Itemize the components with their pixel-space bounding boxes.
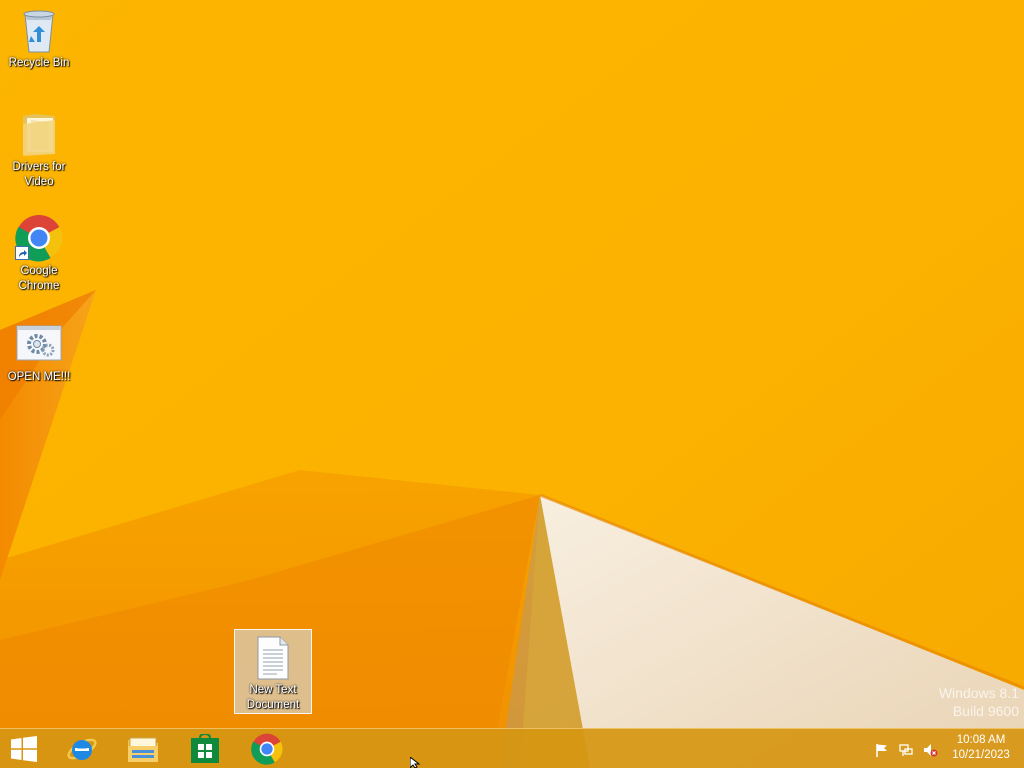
shortcut-arrow-icon — [15, 246, 29, 260]
desktop-icon-new-text-document[interactable]: New Text Document — [234, 629, 312, 714]
store-icon — [191, 734, 219, 763]
taskbar-chrome[interactable] — [239, 729, 295, 768]
desktop-icon-drivers-folder[interactable]: Drivers for Video — [1, 110, 77, 190]
network-icon[interactable] — [897, 741, 915, 759]
internet-explorer-icon — [67, 738, 97, 760]
chrome-label: Google Chrome — [18, 265, 60, 292]
taskbar-file-explorer[interactable] — [115, 729, 171, 768]
chrome-icon — [251, 733, 283, 765]
taskbar: 10:08 AM 10/21/2023 — [0, 728, 1024, 768]
start-button[interactable] — [0, 729, 48, 768]
drivers-folder-label: Drivers for Video — [12, 161, 66, 188]
text-file-icon — [249, 634, 297, 681]
windows-version-watermark: Windows 8.1 Build 9600 — [939, 684, 1019, 720]
watermark-build: Build 9600 — [952, 703, 1019, 719]
desktop-icon-open-me[interactable]: OPEN ME!!! — [1, 320, 77, 385]
clock-date: 10/21/2023 — [952, 749, 1010, 761]
new-text-document-label: New Text Document — [246, 684, 300, 711]
taskbar-internet-explorer[interactable] — [54, 729, 110, 768]
settings-gear-icon — [15, 320, 63, 368]
windows-logo-icon — [11, 736, 37, 762]
folder-icon — [15, 110, 63, 158]
open-me-label: OPEN ME!!! — [7, 371, 71, 383]
desktop-icon-recycle-bin[interactable]: Recycle Bin — [1, 6, 77, 71]
file-explorer-icon — [128, 737, 158, 762]
clock-time: 10:08 AM — [956, 734, 1006, 746]
taskbar-store[interactable] — [177, 729, 233, 768]
watermark-os-name: Windows 8.1 — [938, 685, 1019, 701]
desktop-wallpaper — [0, 0, 1024, 768]
chrome-icon — [15, 214, 63, 262]
desktop-icon-google-chrome[interactable]: Google Chrome — [1, 214, 77, 294]
recycle-bin-label: Recycle Bin — [8, 57, 70, 69]
taskbar-clock[interactable]: 10:08 AM 10/21/2023 — [944, 733, 1018, 765]
mouse-cursor-icon — [410, 757, 421, 768]
volume-muted-icon[interactable] — [921, 741, 939, 759]
recycle-bin-icon — [15, 6, 63, 54]
action-center-flag-icon[interactable] — [873, 741, 891, 759]
